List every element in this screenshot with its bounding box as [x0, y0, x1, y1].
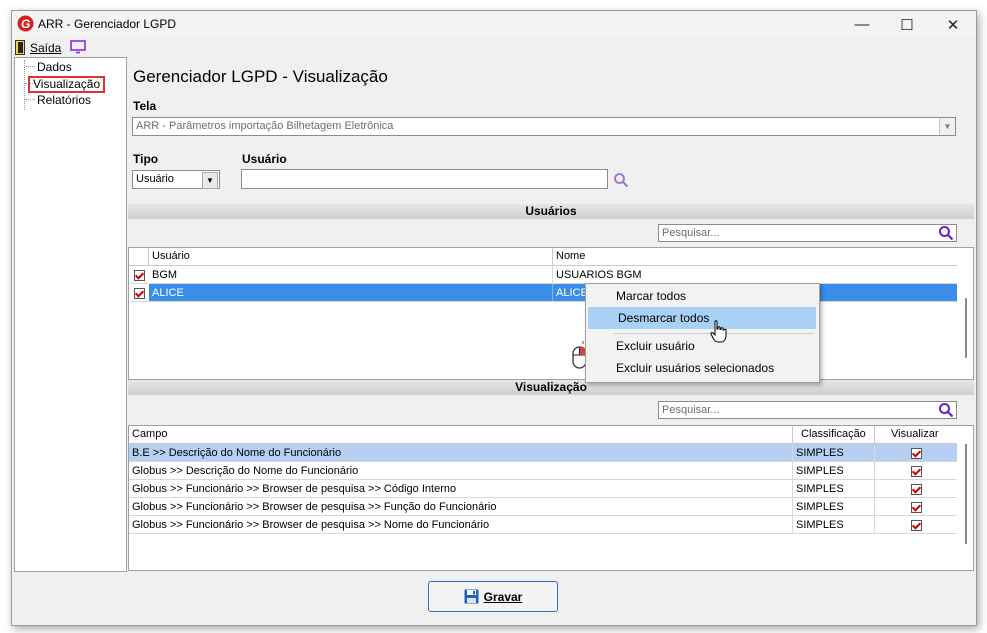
- menu-item-excluir-usuario[interactable]: Excluir usuário: [586, 335, 819, 357]
- cell-campo: Globus >> Descrição do Nome do Funcionár…: [129, 462, 793, 479]
- view-grid: Campo Classificação Visualizar B.E >> De…: [128, 425, 974, 571]
- row-checkbox[interactable]: [129, 266, 149, 283]
- floppy-disk-icon: [464, 589, 479, 604]
- usuario-label: Usuário: [242, 152, 287, 166]
- table-row[interactable]: Globus >> Funcionário >> Browser de pesq…: [129, 516, 957, 534]
- column-header-usuario[interactable]: Usuário: [149, 248, 553, 265]
- tree-connector: [25, 66, 35, 67]
- tipo-label: Tipo: [133, 152, 159, 166]
- view-search-input[interactable]: Pesquisar...: [658, 401, 957, 419]
- hand-cursor-icon: [710, 320, 727, 343]
- row-checkbox[interactable]: [129, 284, 149, 301]
- cell-campo: B.E >> Descrição do Nome do Funcionário: [129, 444, 793, 461]
- menu-item-marcar-todos[interactable]: Marcar todos: [586, 285, 819, 307]
- monitor-icon[interactable]: [70, 40, 86, 54]
- app-logo-icon: G: [17, 15, 34, 32]
- tree-item-dados[interactable]: Dados: [37, 60, 72, 74]
- context-menu: Marcar todos Desmarcar todos Excluir usu…: [585, 283, 820, 383]
- visualizar-checkbox[interactable]: [875, 462, 957, 479]
- users-grid-header: Usuário Nome: [129, 248, 957, 266]
- tree-item-relatorios[interactable]: Relatórios: [37, 93, 91, 107]
- visualizar-checkbox[interactable]: [875, 480, 957, 497]
- users-section-header: Usuários: [128, 204, 974, 219]
- exit-door-icon: [15, 40, 25, 55]
- svg-text:G: G: [21, 17, 30, 31]
- title-bar: G ARR - Gerenciador LGPD — ☐ ✕: [12, 11, 976, 38]
- save-button-label: Gravar: [483, 589, 523, 604]
- dropdown-arrow-icon[interactable]: ▼: [202, 172, 218, 189]
- visualizar-checkbox[interactable]: [875, 498, 957, 515]
- view-section-header: Visualização: [128, 380, 974, 395]
- tela-label: Tela: [133, 99, 157, 113]
- menu-item-excluir-usuarios-selecionados[interactable]: Excluir usuários selecionados: [586, 357, 819, 379]
- window-title: ARR - Gerenciador LGPD: [38, 17, 177, 31]
- users-search-input[interactable]: Pesquisar...: [658, 224, 957, 242]
- search-icon[interactable]: [613, 172, 629, 188]
- cell-campo: Globus >> Funcionário >> Browser de pesq…: [129, 480, 793, 497]
- view-scrollbar[interactable]: [965, 444, 967, 544]
- close-button[interactable]: ✕: [930, 11, 976, 38]
- dropdown-arrow-icon[interactable]: ▼: [939, 118, 955, 135]
- tela-select[interactable]: ARR - Parâmetros importação Bilhetagem E…: [132, 117, 956, 136]
- table-row-selected[interactable]: B.E >> Descrição do Nome do Funcionário …: [129, 444, 957, 462]
- users-scrollbar[interactable]: [965, 298, 967, 358]
- page-title: Gerenciador LGPD - Visualização: [133, 67, 388, 86]
- view-grid-header: Campo Classificação Visualizar: [129, 426, 957, 444]
- main-content: Gerenciador LGPD - Visualização Tela ARR…: [128, 57, 974, 571]
- checkbox-column-header: [129, 248, 149, 265]
- visualizar-checkbox[interactable]: [875, 444, 957, 461]
- users-grid: Usuário Nome BGM USUARIOS BGM ALICE ALIC…: [128, 247, 974, 380]
- table-row[interactable]: BGM USUARIOS BGM: [129, 266, 957, 284]
- cell-classificacao: SIMPLES: [793, 444, 875, 461]
- tipo-select[interactable]: Usuário ▼: [132, 170, 220, 189]
- tree-connector: [24, 60, 25, 110]
- column-header-classificacao[interactable]: Classificação: [793, 426, 875, 443]
- tree-item-visualizacao[interactable]: Visualização: [28, 76, 106, 93]
- app-window: G ARR - Gerenciador LGPD — ☐ ✕ Saída Dad…: [11, 10, 977, 626]
- cell-classificacao: SIMPLES: [793, 462, 875, 479]
- table-row[interactable]: Globus >> Funcionário >> Browser de pesq…: [129, 498, 957, 516]
- menu-bar: Saída: [12, 38, 976, 57]
- column-header-campo[interactable]: Campo: [129, 426, 793, 443]
- tela-value: ARR - Parâmetros importação Bilhetagem E…: [136, 120, 394, 132]
- cell-usuario: ALICE: [149, 284, 553, 301]
- exit-menu-item[interactable]: Saída: [30, 41, 61, 55]
- cell-usuario: BGM: [149, 266, 553, 283]
- menu-item-desmarcar-todos[interactable]: Desmarcar todos: [588, 307, 816, 329]
- maximize-button[interactable]: ☐: [884, 11, 930, 38]
- cell-nome: USUARIOS BGM: [556, 269, 642, 281]
- search-icon[interactable]: [938, 402, 954, 418]
- minimize-button[interactable]: —: [839, 11, 885, 38]
- save-button[interactable]: Gravar: [428, 581, 558, 612]
- cell-campo: Globus >> Funcionário >> Browser de pesq…: [129, 516, 793, 533]
- cell-classificacao: SIMPLES: [793, 498, 875, 515]
- visualizar-checkbox[interactable]: [875, 516, 957, 533]
- column-header-visualizar[interactable]: Visualizar: [875, 426, 957, 443]
- tree-connector: [25, 99, 35, 100]
- cell-campo: Globus >> Funcionário >> Browser de pesq…: [129, 498, 793, 515]
- view-section-title: Visualização: [515, 380, 587, 394]
- cell-classificacao: SIMPLES: [793, 516, 875, 533]
- column-header-nome[interactable]: Nome: [553, 248, 957, 265]
- table-row[interactable]: Globus >> Funcionário >> Browser de pesq…: [129, 480, 957, 498]
- table-row[interactable]: Globus >> Descrição do Nome do Funcionár…: [129, 462, 957, 480]
- usuario-input[interactable]: [241, 169, 608, 189]
- tipo-value: Usuário: [136, 173, 174, 185]
- table-row-selected[interactable]: ALICE ALICE: [129, 284, 957, 302]
- search-icon[interactable]: [938, 225, 954, 241]
- cell-classificacao: SIMPLES: [793, 480, 875, 497]
- users-section-title: Usuários: [525, 204, 577, 218]
- navigation-tree: Dados Visualização Relatórios: [14, 57, 127, 572]
